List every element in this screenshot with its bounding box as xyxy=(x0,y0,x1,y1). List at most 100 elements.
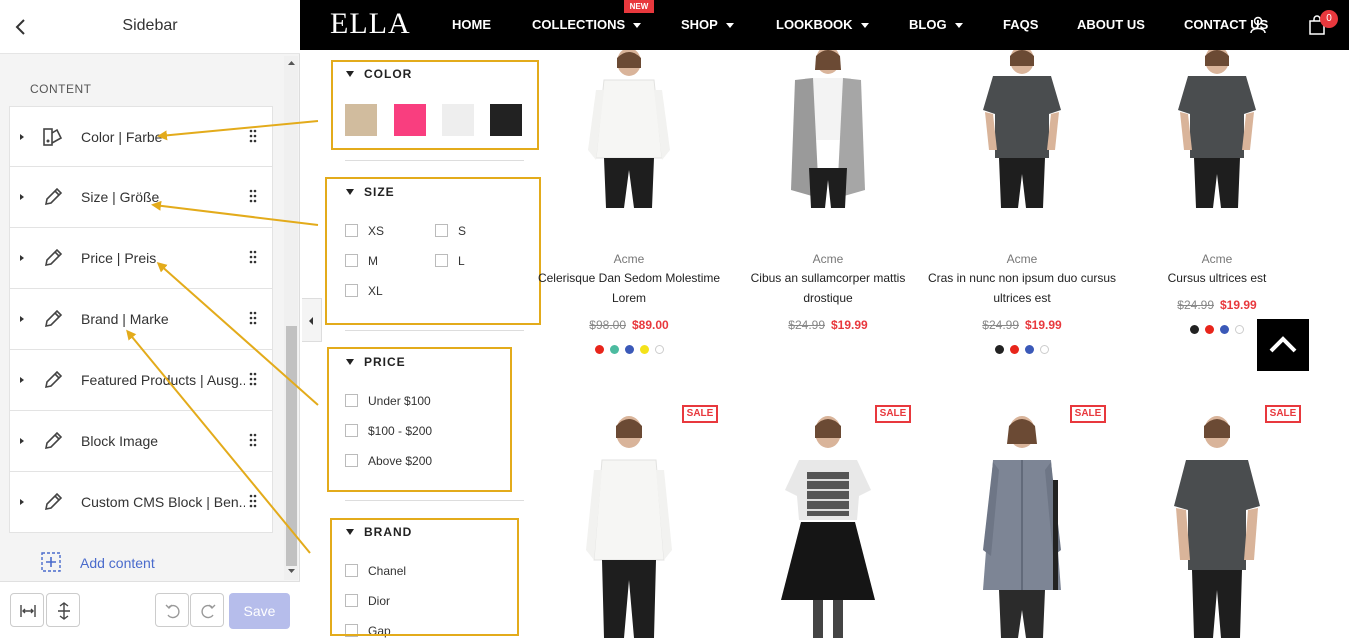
expand-caret-icon[interactable] xyxy=(18,315,26,323)
editor-sidebar: Sidebar CONTENT Color | Farbe Size | Grö… xyxy=(0,0,300,638)
scroll-down-arrow-icon[interactable] xyxy=(286,566,297,576)
add-content-button[interactable]: Add content xyxy=(9,533,273,581)
add-content-label: Add content xyxy=(80,555,155,571)
color-dot[interactable] xyxy=(1205,325,1214,334)
nav-label: FAQS xyxy=(1003,17,1039,32)
color-dot[interactable] xyxy=(1025,345,1034,354)
undo-button[interactable] xyxy=(155,593,189,627)
color-dot[interactable] xyxy=(654,345,664,354)
inspect-button[interactable] xyxy=(46,593,80,627)
nav-label: ABOUT US xyxy=(1077,17,1145,32)
product-title[interactable]: Cursus ultrices est xyxy=(1122,268,1312,288)
expand-caret-icon[interactable] xyxy=(18,133,26,141)
sidebar-item-featured-products[interactable]: Featured Products | Ausg... xyxy=(9,350,273,411)
sidebar-scrollbar-thumb[interactable] xyxy=(286,326,297,566)
full-width-toggle-button[interactable] xyxy=(10,593,44,627)
product-image[interactable] xyxy=(927,410,1117,638)
nav-label: BLOG xyxy=(909,17,947,32)
sidebar-item-block-image[interactable]: Block Image xyxy=(9,411,273,472)
drag-handle-icon[interactable] xyxy=(248,494,258,508)
compare-at-price: $98.00 xyxy=(589,318,626,332)
compare-at-price: $24.99 xyxy=(1177,298,1214,312)
drag-handle-icon[interactable] xyxy=(248,129,258,143)
sale-price: $19.99 xyxy=(1025,318,1062,332)
color-dot[interactable] xyxy=(1235,325,1244,334)
sale-price: $89.00 xyxy=(632,318,669,332)
drag-handle-icon[interactable] xyxy=(248,372,258,386)
sidebar-title: Sidebar xyxy=(122,17,178,34)
product-vendor: Acme xyxy=(1006,252,1038,266)
sidebar-item-label: Brand | Marke xyxy=(81,311,169,327)
drag-handle-icon[interactable] xyxy=(248,189,258,203)
sidebar-item-price[interactable]: Price | Preis xyxy=(9,228,273,289)
color-dot[interactable] xyxy=(1220,325,1229,334)
nav-lookbook[interactable]: LOOKBOOK xyxy=(776,17,869,32)
back-to-top-button[interactable] xyxy=(1257,319,1309,371)
scroll-up-arrow-icon[interactable] xyxy=(286,58,297,68)
color-dot[interactable] xyxy=(594,345,604,354)
sidebar-header: Sidebar xyxy=(0,0,300,54)
nav-blog[interactable]: BLOG xyxy=(909,17,963,32)
sidebar-footer: Save xyxy=(0,581,300,638)
nav-home[interactable]: HOME xyxy=(452,17,491,32)
nav-about-us[interactable]: ABOUT US xyxy=(1077,17,1145,32)
sidebar-item-brand[interactable]: Brand | Marke xyxy=(9,289,273,350)
product-vendor: Acme xyxy=(812,252,844,266)
product-title[interactable]: Cibus an sullamcorper mattis drostique xyxy=(733,268,923,308)
product-image[interactable] xyxy=(927,50,1117,210)
pencil-icon xyxy=(44,431,63,450)
color-dot[interactable] xyxy=(1010,345,1019,354)
save-button[interactable]: Save xyxy=(229,593,290,629)
expand-caret-icon[interactable] xyxy=(18,193,26,201)
drag-handle-icon[interactable] xyxy=(248,250,258,264)
color-dot[interactable] xyxy=(995,345,1004,354)
nav-shop[interactable]: SHOP xyxy=(681,17,734,32)
nav-label: COLLECTIONS xyxy=(532,17,626,32)
palette-icon xyxy=(43,128,63,146)
sale-badge: SALE xyxy=(1265,405,1301,423)
product-title[interactable]: Cras in nunc non ipsum duo cursus ultric… xyxy=(927,268,1117,308)
pencil-icon xyxy=(44,309,63,328)
filter-divider xyxy=(345,160,524,161)
product-image[interactable] xyxy=(1122,410,1312,638)
sidebar-item-size[interactable]: Size | Größe xyxy=(9,167,273,228)
product-title[interactable]: Celerisque Dan Sedom Molestime Lorem xyxy=(534,268,724,308)
product-image[interactable] xyxy=(1122,50,1312,210)
color-dot[interactable] xyxy=(1040,345,1049,354)
drag-handle-icon[interactable] xyxy=(248,433,258,447)
sidebar-item-label: Color | Farbe xyxy=(81,129,163,145)
nav-collections[interactable]: COLLECTIONS xyxy=(532,17,642,32)
color-dot[interactable] xyxy=(639,345,649,354)
color-dot[interactable] xyxy=(609,345,619,354)
sidebar-item-label: Size | Größe xyxy=(81,189,160,205)
product-image[interactable] xyxy=(733,410,923,638)
nav-label: HOME xyxy=(452,17,491,32)
color-dot[interactable] xyxy=(1190,325,1199,334)
sidebar-item-custom-cms-block[interactable]: Custom CMS Block | Ben... xyxy=(9,472,273,533)
expand-caret-icon[interactable] xyxy=(18,254,26,262)
expand-caret-icon[interactable] xyxy=(18,376,26,384)
sidebar-item-color[interactable]: Color | Farbe xyxy=(9,106,273,167)
sidebar-item-label: Block Image xyxy=(81,433,159,449)
sale-badge: SALE xyxy=(1070,405,1106,423)
annotation-box-size xyxy=(325,177,541,325)
expand-caret-icon[interactable] xyxy=(18,498,26,506)
product-image[interactable] xyxy=(534,50,724,210)
product-image[interactable] xyxy=(733,50,923,210)
new-badge: NEW xyxy=(624,0,654,13)
drag-handle-icon[interactable] xyxy=(248,311,258,325)
collapse-sidebar-button[interactable] xyxy=(302,298,322,342)
product-price: $24.99 $19.99 xyxy=(733,318,923,332)
product-vendor: Acme xyxy=(1201,252,1233,266)
nav-faqs[interactable]: FAQS xyxy=(1003,17,1038,32)
pencil-icon xyxy=(44,187,63,206)
product-image[interactable] xyxy=(534,410,724,638)
product-price: $98.00 $89.00 xyxy=(534,318,724,332)
compare-at-price: $24.99 xyxy=(982,318,1019,332)
pencil-icon xyxy=(44,370,63,389)
color-dot[interactable] xyxy=(624,345,634,354)
redo-button[interactable] xyxy=(190,593,224,627)
expand-caret-icon[interactable] xyxy=(18,437,26,445)
account-icon[interactable] xyxy=(1250,16,1266,34)
store-logo[interactable]: ELLA xyxy=(330,7,411,41)
